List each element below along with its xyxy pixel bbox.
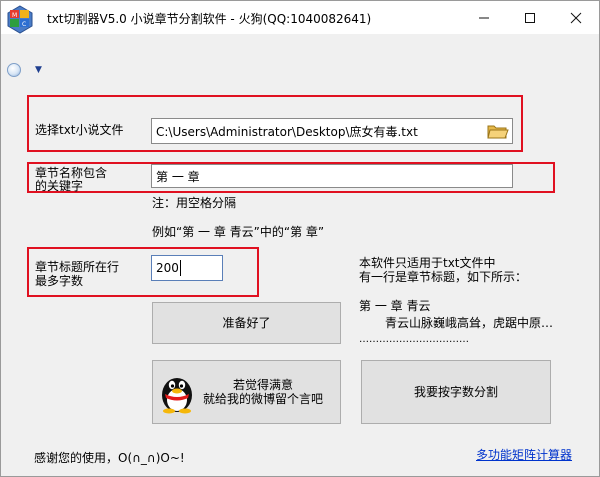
feedback-button-text: 若觉得满意 就给我的微博留个言吧 [203,378,323,406]
qq-penguin-icon [159,370,195,414]
keyword-label-line2: 的关键字 [35,179,84,193]
file-path-text: C:\Users\Administrator\Desktop\庶女有毒.txt [156,124,418,139]
example-dots: …………………………… [359,334,469,345]
feedback-line2: 就给我的微博留个言吧 [203,392,324,406]
file-label: 选择txt小说文件 [35,123,124,137]
maximize-icon [525,12,535,23]
maximize-button[interactable] [507,1,553,34]
menu-bar [1,34,599,84]
maxchars-label-line1: 章节标题所在行 [35,260,120,274]
keyword-input-text: 第 一 章 [156,169,200,184]
ready-button[interactable]: 准备好了 [152,302,341,344]
close-icon [570,12,582,23]
minimize-button[interactable] [461,1,507,34]
svg-text:C: C [22,21,26,28]
feedback-button[interactable]: 若觉得满意 就给我的微博留个言吧 [152,360,341,424]
hint-example-text: 例如“第 一 章 青云”中的“第 章” [152,225,325,239]
info-line2: 有一行是章节标题，如下所示： [359,270,528,284]
hint-space-text: 注：用空格分隔 [152,196,237,210]
maxchars-input[interactable]: 200 [151,255,223,281]
app-logo-icon: M C [5,4,35,34]
maxchars-label-line2: 最多字数 [35,274,84,288]
system-menu-icon[interactable] [7,63,21,77]
open-folder-icon[interactable] [487,122,509,140]
example-body: 青云山脉巍峨高耸，虎踞中原… [385,316,554,330]
split-by-chars-button[interactable]: 我要按字数分割 [361,360,551,424]
svg-text:M: M [12,12,17,19]
minimize-icon [479,17,489,18]
title-bar: M C txt切割器V5.0 小说章节分割软件 - 火狗(QQ:10400826… [1,1,599,34]
thanks-text: 感谢您的使用，O(∩_∩)O~! [34,451,185,465]
window-title: txt切割器V5.0 小说章节分割软件 - 火狗(QQ:1040082641) [47,12,372,26]
text-cursor [179,260,181,276]
maxchars-input-text: 200 [156,261,179,275]
matrix-calculator-link[interactable]: 多功能矩阵计算器 [476,446,572,463]
keyword-input[interactable]: 第 一 章 [151,164,513,188]
quick-access-dropdown-icon[interactable]: ▼ [35,65,42,75]
main-window: M C txt切割器V5.0 小说章节分割软件 - 火狗(QQ:10400826… [0,0,600,477]
feedback-line1: 若觉得满意 [233,378,294,392]
file-path-input[interactable]: C:\Users\Administrator\Desktop\庶女有毒.txt [151,118,513,144]
info-line1: 本软件只适用于txt文件中 [359,256,496,270]
close-button[interactable] [553,1,599,34]
example-title: 第 一 章 青云 [359,299,431,313]
